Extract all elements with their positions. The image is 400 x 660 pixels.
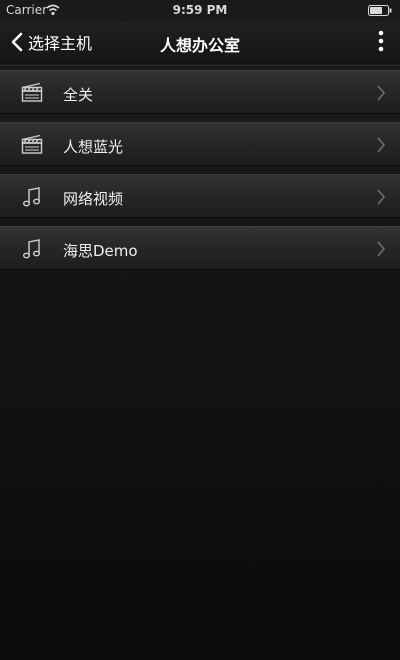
chevron-right-icon xyxy=(377,85,386,101)
list-item[interactable]: 海思Demo xyxy=(0,226,400,270)
list-item[interactable]: 全关 xyxy=(0,70,400,114)
screen: Carrier 9:59 PM 选择主机 人想办公室 全关 人想蓝光 网络视频 … xyxy=(0,0,400,660)
chevron-right-icon xyxy=(377,189,386,205)
list-item-label: 人想蓝光 xyxy=(63,138,124,156)
battery-icon xyxy=(368,5,392,16)
music-note-icon xyxy=(23,239,40,259)
nav-bar: 选择主机 人想办公室 xyxy=(0,22,400,62)
list-item[interactable]: 人想蓝光 xyxy=(0,122,400,166)
clapperboard-icon xyxy=(21,134,43,154)
music-note-icon xyxy=(23,187,40,207)
scene-list: 全关 人想蓝光 网络视频 海思Demo xyxy=(0,70,400,278)
list-item-label: 海思Demo xyxy=(63,242,138,260)
chevron-right-icon xyxy=(377,241,386,257)
clapperboard-icon xyxy=(21,82,43,102)
more-options-icon[interactable] xyxy=(376,30,386,52)
list-item-label: 全关 xyxy=(63,86,94,104)
chevron-right-icon xyxy=(377,137,386,153)
list-item[interactable]: 网络视频 xyxy=(0,174,400,218)
page-title: 人想办公室 xyxy=(159,36,240,55)
status-time: 9:59 PM xyxy=(172,3,228,17)
list-item-label: 网络视频 xyxy=(63,190,124,208)
status-bar: Carrier 9:59 PM xyxy=(0,0,400,22)
nav-divider xyxy=(0,62,400,66)
